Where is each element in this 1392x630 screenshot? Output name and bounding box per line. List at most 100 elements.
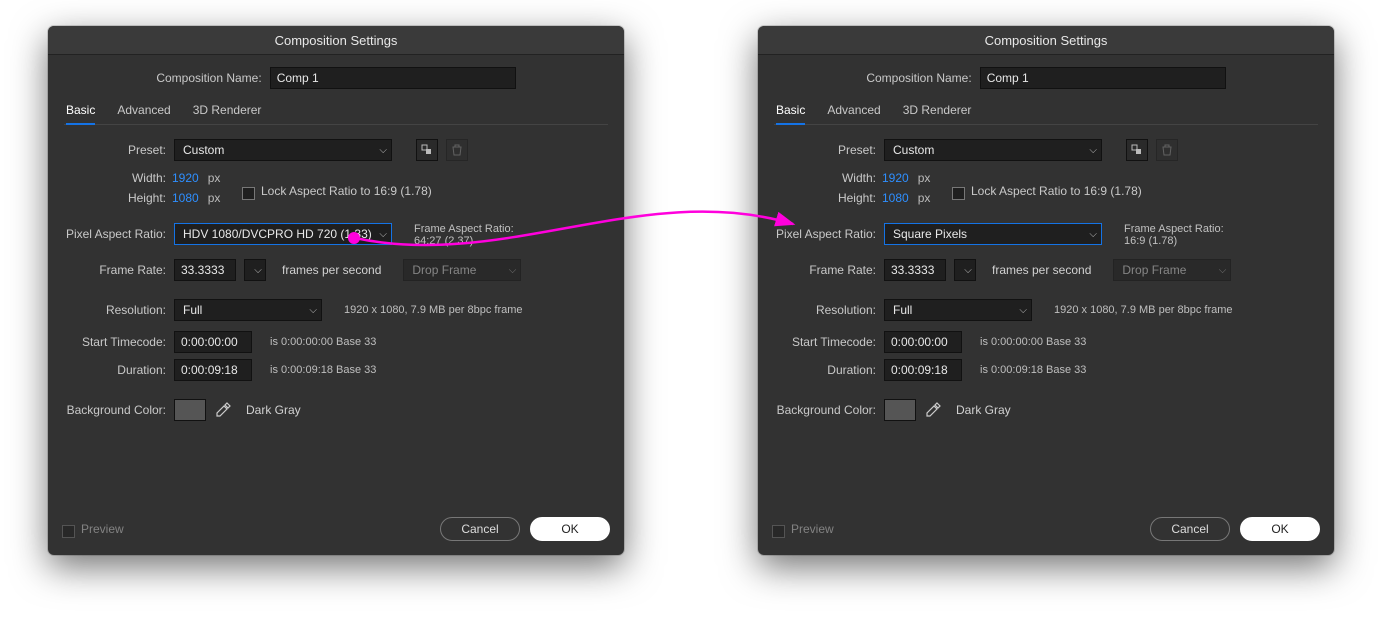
duration-label: Duration: <box>774 363 876 377</box>
dialog-title: Composition Settings <box>48 26 624 55</box>
dialog-title: Composition Settings <box>758 26 1334 55</box>
preset-label: Preset: <box>64 143 166 157</box>
framerate-input[interactable] <box>174 259 236 281</box>
width-unit: px <box>208 171 221 185</box>
framerate-dropdown[interactable]: ⌵ <box>954 259 976 281</box>
composition-settings-dialog-after: Composition Settings Composition Name: B… <box>758 26 1334 555</box>
bg-name: Dark Gray <box>246 403 301 417</box>
height-value[interactable]: 1080 <box>172 191 199 205</box>
tab-advanced[interactable]: Advanced <box>117 103 170 124</box>
ok-button[interactable]: OK <box>530 517 610 541</box>
chevron-down-icon: ⌵ <box>1089 229 1097 240</box>
eyedropper-icon[interactable] <box>924 401 942 419</box>
height-unit: px <box>208 191 221 205</box>
comp-name-input[interactable] <box>980 67 1226 89</box>
par-label: Pixel Aspect Ratio: <box>774 223 876 241</box>
par-value: Square Pixels <box>893 227 967 241</box>
delete-preset-button <box>446 139 468 161</box>
duration-input[interactable] <box>174 359 252 381</box>
preset-value: Custom <box>893 143 934 157</box>
dropframe-label: Drop Frame <box>1122 263 1186 277</box>
lock-aspect-label: Lock Aspect Ratio to 16:9 (1.78) <box>971 184 1142 198</box>
chevron-down-icon: ⌵ <box>964 265 972 276</box>
fps-unit: frames per second <box>282 263 381 277</box>
bg-color-swatch[interactable] <box>884 399 916 421</box>
comp-name-label: Composition Name: <box>156 71 261 85</box>
start-tc-label: Start Timecode: <box>64 335 166 349</box>
resolution-info: 1920 x 1080, 7.9 MB per 8bpc frame <box>344 304 523 316</box>
save-preset-button[interactable] <box>416 139 438 161</box>
comp-name-label: Composition Name: <box>866 71 971 85</box>
dropframe-label: Drop Frame <box>412 263 476 277</box>
tab-3d-renderer[interactable]: 3D Renderer <box>193 103 262 124</box>
bg-name: Dark Gray <box>956 403 1011 417</box>
start-tc-input[interactable] <box>884 331 962 353</box>
resolution-label: Resolution: <box>774 303 876 317</box>
comp-name-input[interactable] <box>270 67 516 89</box>
framerate-label: Frame Rate: <box>64 263 166 277</box>
resolution-info: 1920 x 1080, 7.9 MB per 8bpc frame <box>1054 304 1233 316</box>
start-tc-info: is 0:00:00:00 Base 33 <box>270 336 376 348</box>
start-tc-label: Start Timecode: <box>774 335 876 349</box>
preset-select[interactable]: Custom ⌵ <box>884 139 1102 161</box>
fps-unit: frames per second <box>992 263 1091 277</box>
duration-info: is 0:00:09:18 Base 33 <box>980 364 1086 376</box>
chevron-down-icon: ⌵ <box>509 265 517 276</box>
framerate-label: Frame Rate: <box>774 263 876 277</box>
dropframe-select: Drop Frame ⌵ <box>1113 259 1231 281</box>
par-label: Pixel Aspect Ratio: <box>64 223 166 241</box>
pixel-aspect-ratio-select[interactable]: Square Pixels ⌵ <box>884 223 1102 245</box>
resolution-select[interactable]: Full ⌵ <box>884 299 1032 321</box>
width-unit: px <box>918 171 931 185</box>
tab-advanced[interactable]: Advanced <box>827 103 880 124</box>
start-tc-input[interactable] <box>174 331 252 353</box>
height-unit: px <box>918 191 931 205</box>
preset-select[interactable]: Custom ⌵ <box>174 139 392 161</box>
width-value[interactable]: 1920 <box>172 171 199 185</box>
tab-3d-renderer[interactable]: 3D Renderer <box>903 103 972 124</box>
chevron-down-icon: ⌵ <box>309 305 317 316</box>
resolution-value: Full <box>893 303 912 317</box>
ok-button[interactable]: OK <box>1240 517 1320 541</box>
tab-basic[interactable]: Basic <box>66 103 95 125</box>
framerate-input[interactable] <box>884 259 946 281</box>
width-value[interactable]: 1920 <box>882 171 909 185</box>
eyedropper-icon[interactable] <box>214 401 232 419</box>
cancel-button[interactable]: Cancel <box>440 517 520 541</box>
chevron-down-icon: ⌵ <box>1019 305 1027 316</box>
pixel-aspect-ratio-select[interactable]: HDV 1080/DVCPRO HD 720 (1.33) ⌵ <box>174 223 392 245</box>
resolution-label: Resolution: <box>64 303 166 317</box>
preview-checkbox <box>772 525 785 538</box>
start-tc-info: is 0:00:00:00 Base 33 <box>980 336 1086 348</box>
far-value: 16:9 (1.78) <box>1124 235 1224 247</box>
lock-aspect-checkbox[interactable] <box>242 187 255 200</box>
framerate-dropdown[interactable]: ⌵ <box>244 259 266 281</box>
width-label: Width: <box>774 171 876 185</box>
bg-label: Background Color: <box>774 403 876 417</box>
bg-color-swatch[interactable] <box>174 399 206 421</box>
height-value[interactable]: 1080 <box>882 191 909 205</box>
duration-info: is 0:00:09:18 Base 33 <box>270 364 376 376</box>
chevron-down-icon: ⌵ <box>379 229 387 240</box>
tab-basic[interactable]: Basic <box>776 103 805 125</box>
far-value: 64:27 (2.37) <box>414 235 514 247</box>
chevron-down-icon: ⌵ <box>254 265 262 276</box>
par-value: HDV 1080/DVCPRO HD 720 (1.33) <box>183 227 372 241</box>
width-label: Width: <box>64 171 166 185</box>
chevron-down-icon: ⌵ <box>379 145 387 156</box>
preview-label: Preview <box>791 522 834 536</box>
height-label: Height: <box>64 191 166 205</box>
duration-label: Duration: <box>64 363 166 377</box>
cancel-button[interactable]: Cancel <box>1150 517 1230 541</box>
lock-aspect-label: Lock Aspect Ratio to 16:9 (1.78) <box>261 184 432 198</box>
lock-aspect-checkbox[interactable] <box>952 187 965 200</box>
preset-value: Custom <box>183 143 224 157</box>
far-label: Frame Aspect Ratio: <box>414 223 514 235</box>
preview-checkbox <box>62 525 75 538</box>
resolution-select[interactable]: Full ⌵ <box>174 299 322 321</box>
duration-input[interactable] <box>884 359 962 381</box>
chevron-down-icon: ⌵ <box>1089 145 1097 156</box>
composition-settings-dialog-before: Composition Settings Composition Name: B… <box>48 26 624 555</box>
far-label: Frame Aspect Ratio: <box>1124 223 1224 235</box>
save-preset-button[interactable] <box>1126 139 1148 161</box>
